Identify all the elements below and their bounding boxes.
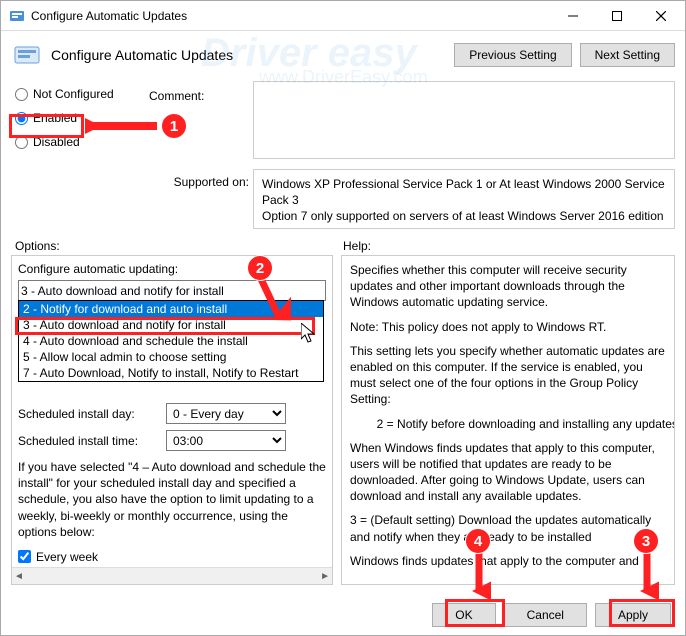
titlebar: Configure Automatic Updates: [1, 1, 685, 31]
dropdown-option[interactable]: 2 - Notify for download and auto install: [19, 301, 323, 317]
maximize-button[interactable]: [595, 2, 639, 30]
supported-on-label: Supported on:: [149, 169, 249, 229]
help-para: 3 = (Default setting) Download the updat…: [350, 512, 666, 544]
help-para: Specifies whether this computer will rec…: [350, 262, 666, 311]
dialog-footer: OK Cancel Apply: [432, 603, 671, 627]
radio-label: Not Configured: [33, 87, 114, 101]
help-pane: Specifies whether this computer will rec…: [341, 255, 675, 585]
help-para: Note: This policy does not apply to Wind…: [350, 319, 666, 335]
radio-disabled[interactable]: Disabled: [15, 135, 145, 149]
configure-label: Configure automatic updating:: [18, 262, 326, 276]
policy-icon: [11, 39, 43, 71]
options-note: If you have selected "4 – Auto download …: [18, 459, 326, 540]
apply-button[interactable]: Apply: [595, 603, 671, 627]
app-icon: [9, 8, 25, 24]
minimize-button[interactable]: [551, 2, 595, 30]
help-para: 2 = Notify before downloading and instal…: [350, 416, 666, 432]
dropdown-option[interactable]: 5 - Allow local admin to choose setting: [19, 349, 323, 365]
dropdown-option[interactable]: 7 - Auto Download, Notify to install, No…: [19, 365, 323, 381]
sched-day-select[interactable]: 0 - Every day: [166, 403, 286, 424]
state-radio-group: Not Configured Enabled Disabled: [15, 81, 145, 149]
options-label: Options:: [15, 239, 343, 253]
close-button[interactable]: [639, 2, 683, 30]
radio-label: Enabled: [33, 111, 77, 125]
sched-time-label: Scheduled install time:: [18, 434, 158, 448]
checkbox-label: Every week: [36, 550, 98, 564]
configure-dropdown-list: 2 - Notify for download and auto install…: [18, 300, 324, 382]
previous-setting-button[interactable]: Previous Setting: [454, 43, 571, 67]
ok-button[interactable]: OK: [432, 603, 495, 627]
next-setting-button[interactable]: Next Setting: [580, 43, 675, 67]
header: Configure Automatic Updates Previous Set…: [1, 31, 685, 77]
cancel-button[interactable]: Cancel: [504, 603, 587, 627]
help-para: This setting lets you specify whether au…: [350, 343, 666, 408]
sched-day-label: Scheduled install day:: [18, 407, 158, 421]
comment-textarea[interactable]: [253, 81, 675, 159]
options-scrollbar[interactable]: ◄►: [12, 567, 332, 584]
options-pane: Configure automatic updating: 2 - Notify…: [11, 255, 333, 585]
every-week-checkbox[interactable]: Every week: [18, 550, 326, 564]
radio-not-configured[interactable]: Not Configured: [15, 87, 145, 101]
help-label: Help:: [343, 239, 371, 253]
comment-label: Comment:: [149, 81, 249, 103]
dropdown-option[interactable]: 4 - Auto download and schedule the insta…: [19, 333, 323, 349]
supported-on-text: Windows XP Professional Service Pack 1 o…: [253, 169, 675, 229]
configure-updating-dropdown[interactable]: [18, 280, 326, 301]
sched-time-select[interactable]: 03:00: [166, 430, 286, 451]
help-para: Windows finds updates that apply to the …: [350, 553, 666, 569]
window-title: Configure Automatic Updates: [31, 9, 551, 23]
header-title: Configure Automatic Updates: [51, 47, 454, 63]
radio-enabled[interactable]: Enabled: [15, 111, 145, 125]
help-para: When Windows finds updates that apply to…: [350, 440, 666, 505]
dropdown-option[interactable]: 3 - Auto download and notify for install: [19, 317, 323, 333]
radio-label: Disabled: [33, 135, 80, 149]
